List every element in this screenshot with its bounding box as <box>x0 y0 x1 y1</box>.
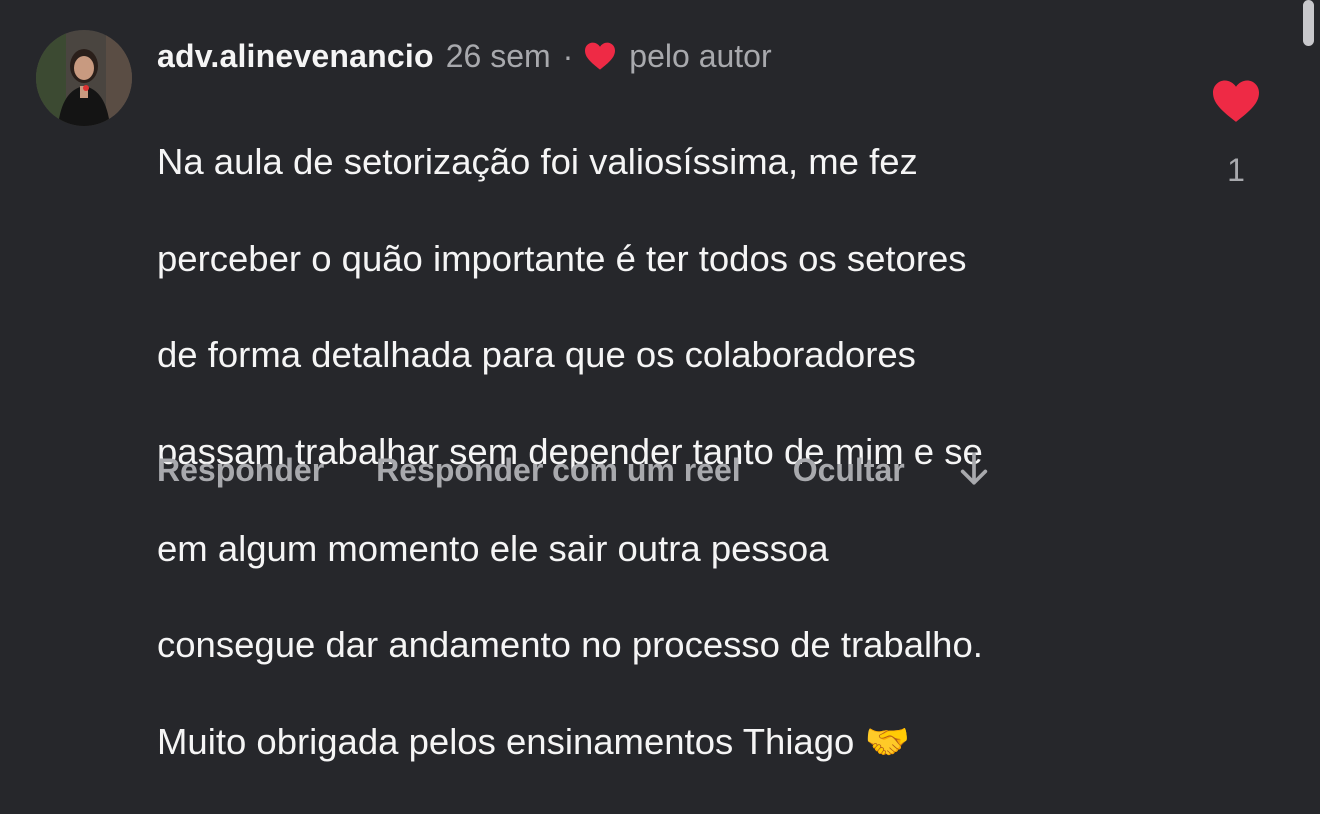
like-button[interactable] <box>1210 78 1262 124</box>
comment-text-line: de forma detalhada para que os colaborad… <box>157 334 916 376</box>
comment-text-line: Muito obrigada pelos ensinamentos Thiago… <box>157 720 910 762</box>
comment-item: adv.alinevenancio 26 sem · pelo autor Na… <box>0 0 1320 762</box>
heart-icon <box>583 41 617 71</box>
comment-timestamp: 26 sem <box>445 37 551 74</box>
separator-dot: · <box>562 37 574 74</box>
comment-text-line: em algum momento ele sair outra pessoa <box>157 527 829 569</box>
comment-text-line: consegue dar andamento no processo de tr… <box>157 624 983 666</box>
comment-header: adv.alinevenancio 26 sem · pelo autor <box>157 34 772 78</box>
comment-actions: Responder Responder com um reel Ocultar <box>157 446 991 494</box>
avatar[interactable] <box>36 30 132 126</box>
avatar-image <box>36 30 132 126</box>
down-arrow-icon[interactable] <box>957 451 991 489</box>
heart-filled-icon <box>1213 80 1259 122</box>
reply-button[interactable]: Responder <box>157 452 324 489</box>
like-count[interactable]: 1 <box>1216 152 1256 189</box>
liked-by-author-label: pelo autor <box>629 37 772 74</box>
hide-button[interactable]: Ocultar <box>793 452 905 489</box>
username-link[interactable]: adv.alinevenancio <box>157 38 434 75</box>
comment-text-line: Na aula de setorização foi valiosíssima,… <box>157 141 918 183</box>
comment-text-line: perceber o quão importante é ter todos o… <box>157 237 967 279</box>
reply-with-reel-button[interactable]: Responder com um reel <box>376 452 741 489</box>
scrollbar[interactable] <box>1303 0 1314 46</box>
